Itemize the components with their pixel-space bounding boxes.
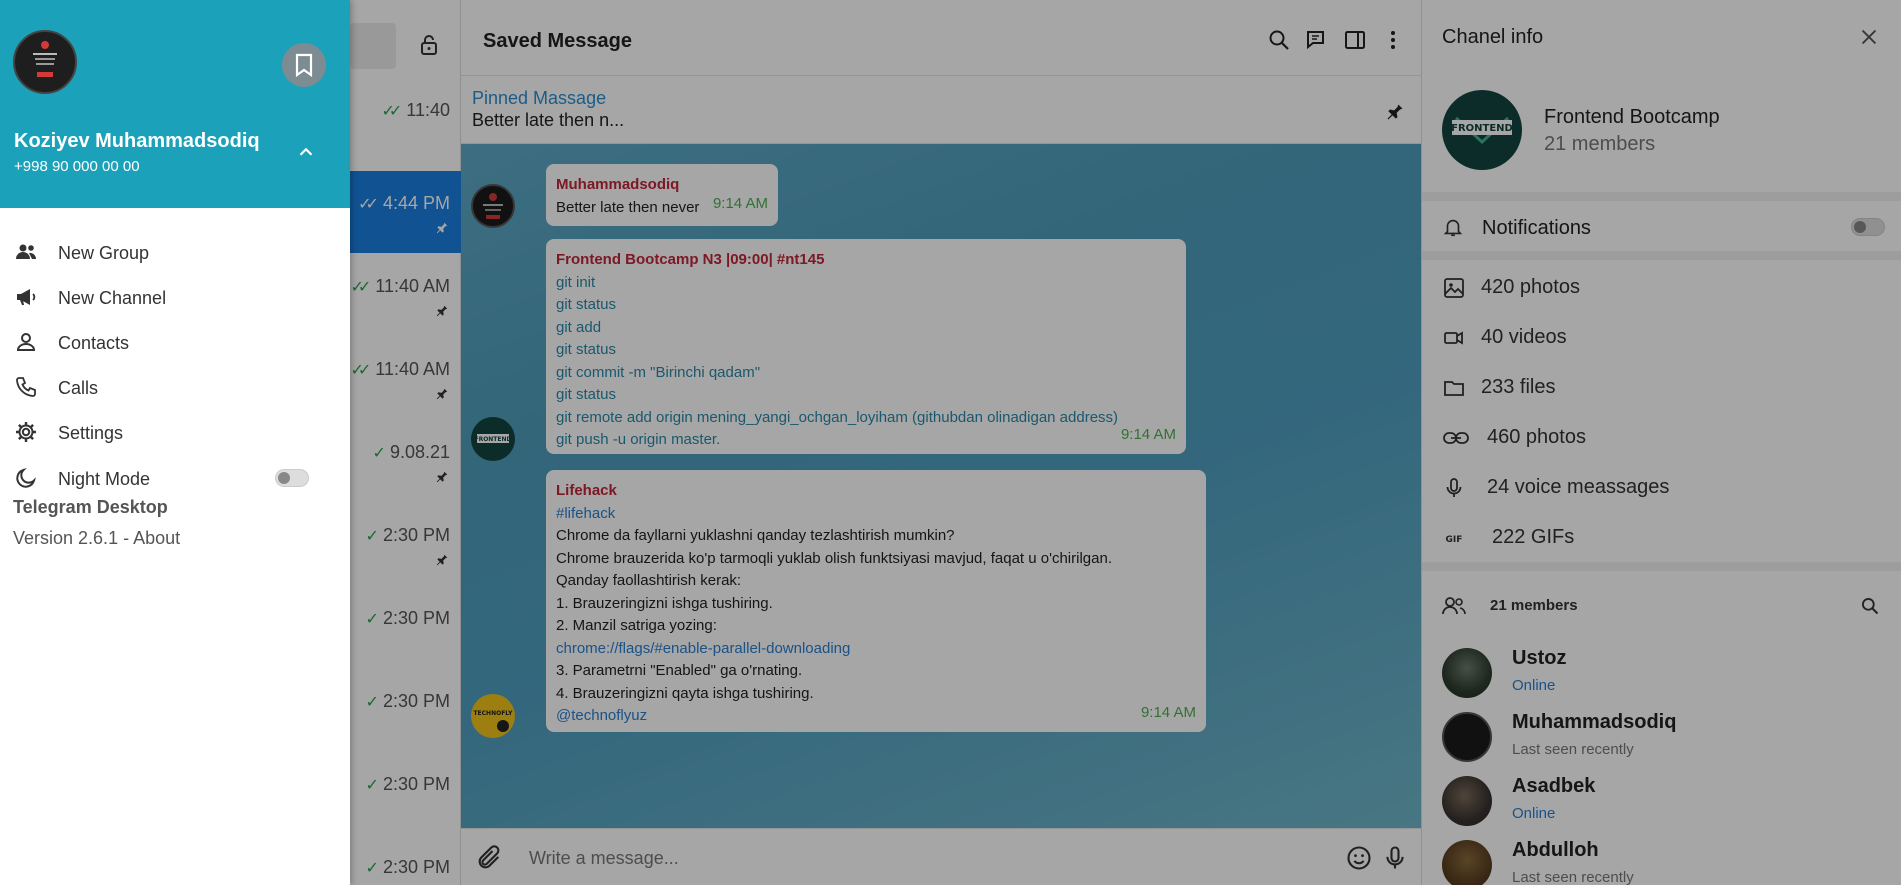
side-menu: Koziyev Muhammadsodiq +998 90 000 00 00 … — [0, 0, 350, 885]
menu-item-settings[interactable]: Settings — [0, 410, 350, 454]
menu-item-label: New Group — [58, 243, 150, 263]
menu-item-new-group[interactable]: New Group — [0, 230, 350, 274]
person-icon — [16, 333, 36, 351]
chevron-up-icon[interactable] — [295, 141, 317, 163]
app-version: Version 2.6.1 - About — [13, 528, 180, 549]
dim-overlay[interactable] — [350, 0, 1901, 885]
menu-item-label: New Channel — [58, 288, 167, 308]
app-name: Telegram Desktop — [13, 497, 168, 517]
megaphone-icon — [17, 289, 36, 305]
menu-item-night-mode[interactable]: Night Mode — [0, 456, 350, 500]
moon-icon — [16, 467, 37, 488]
menu-item-label: Contacts — [58, 333, 130, 353]
menu-item-contacts[interactable]: Contacts — [0, 320, 350, 364]
menu-item-calls[interactable]: Calls — [0, 365, 350, 409]
menu-item-label: Settings — [58, 423, 124, 443]
user-name: Koziyev Muhammadsodiq — [14, 130, 260, 152]
phone-icon — [16, 377, 36, 397]
bookmark-icon — [295, 53, 313, 77]
about-link[interactable]: About — [133, 528, 180, 548]
gear-icon — [16, 422, 36, 442]
menu-item-new-channel[interactable]: New Channel — [0, 275, 350, 319]
menu-item-label: Calls — [58, 378, 99, 398]
group-icon — [16, 244, 37, 259]
saved-messages-button[interactable] — [282, 43, 326, 87]
version-label: Version 2.6.1 - — [13, 528, 130, 548]
user-avatar[interactable] — [13, 30, 77, 94]
menu-item-label: Night Mode — [58, 469, 151, 489]
user-phone: +998 90 000 00 00 — [14, 158, 140, 175]
night-mode-toggle[interactable] — [275, 469, 309, 487]
menu-header: Koziyev Muhammadsodiq +998 90 000 00 00 — [0, 0, 350, 208]
